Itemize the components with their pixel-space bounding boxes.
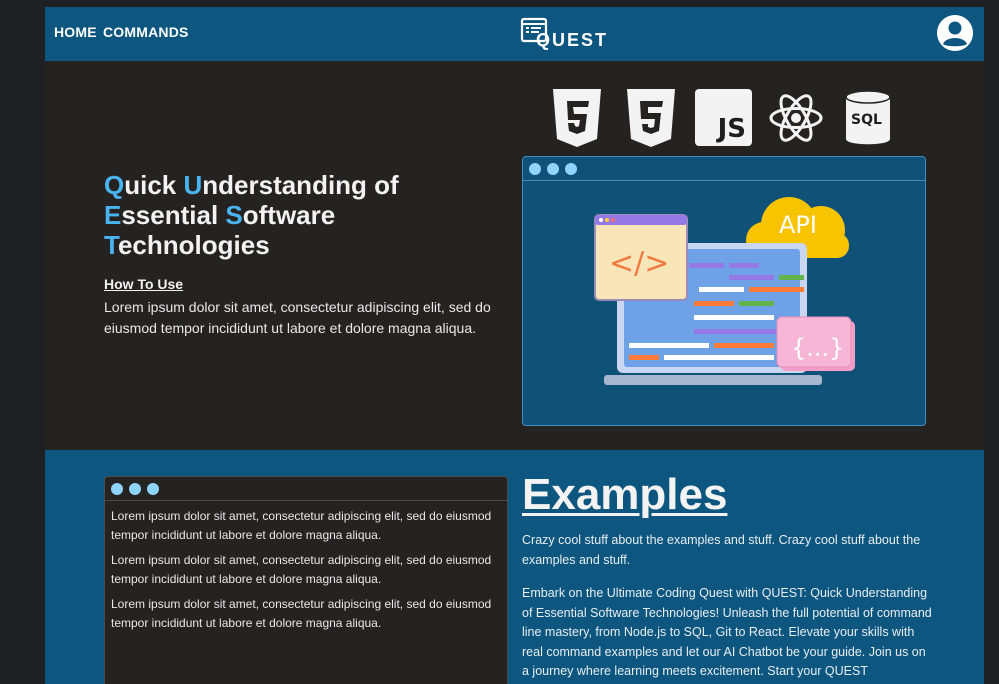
html5-icon [553, 89, 601, 147]
title-t: Technologies [104, 230, 270, 260]
title-q: Quick [104, 170, 184, 200]
title-u: Understanding of [183, 170, 399, 200]
window-dot-2 [547, 163, 559, 175]
nav-home-link[interactable]: HOME [54, 24, 97, 40]
code-window-text: Lorem ipsum dolor sit amet, consectetur … [111, 553, 492, 586]
hero-title: Quick Understanding of Essential Softwar… [104, 170, 484, 260]
code-window-text: Lorem ipsum dolor sit amet, consectetur … [111, 509, 492, 542]
hero-description: Lorem ipsum dolor sit amet, consectetur … [104, 299, 491, 336]
quest-logo[interactable]: QUEST [520, 17, 610, 50]
code-tag-label: </> [609, 246, 670, 281]
window-dot-1 [529, 163, 541, 175]
js-label: JS [717, 114, 746, 144]
code-window-dot-3 [147, 483, 159, 495]
examples-paragraph-1: Crazy cool stuff about the examples and … [522, 533, 921, 567]
code-window-dot-2 [129, 483, 141, 495]
title-s: Software [225, 200, 336, 230]
code-window-text: Lorem ipsum dolor sit amet, consectetur … [111, 597, 492, 630]
css3-icon [627, 89, 675, 147]
sql-label: SQL [851, 112, 882, 128]
window-top-edge [0, 0, 999, 7]
how-to-use-link[interactable]: How To Use [104, 276, 183, 292]
javascript-icon: JS [695, 89, 752, 146]
examples-code-window: Lorem ipsum dolor sit amet, consectetur … [104, 476, 508, 684]
api-label: API [779, 211, 817, 239]
examples-section: Lorem ipsum dolor sit amet, consectetur … [45, 450, 984, 684]
hero-illustration-window: API </> {...} [522, 156, 926, 426]
react-icon [769, 94, 823, 142]
window-right-edge [984, 0, 999, 684]
user-avatar[interactable] [937, 15, 973, 51]
window-dot-3 [565, 163, 577, 175]
logo-text: QUEST [536, 30, 609, 50]
user-circle-icon [937, 15, 973, 51]
navbar: HOME COMMANDS QUEST [45, 7, 984, 61]
hero-section: Quick Understanding of Essential Softwar… [45, 61, 984, 450]
examples-paragraph-2: Embark on the Ultimate Coding Quest with… [522, 586, 932, 678]
window-left-edge [0, 0, 45, 684]
braces-label: {...} [791, 334, 845, 362]
nav-commands-link[interactable]: COMMANDS [103, 24, 189, 40]
code-window-dot-1 [111, 483, 123, 495]
code-window-title-bar [105, 477, 507, 501]
examples-title: Examples [522, 470, 728, 519]
title-e: Essential [104, 200, 226, 230]
window-title-bar [523, 157, 925, 181]
coding-illustration [594, 197, 855, 385]
sql-database-icon: SQL [845, 89, 891, 147]
